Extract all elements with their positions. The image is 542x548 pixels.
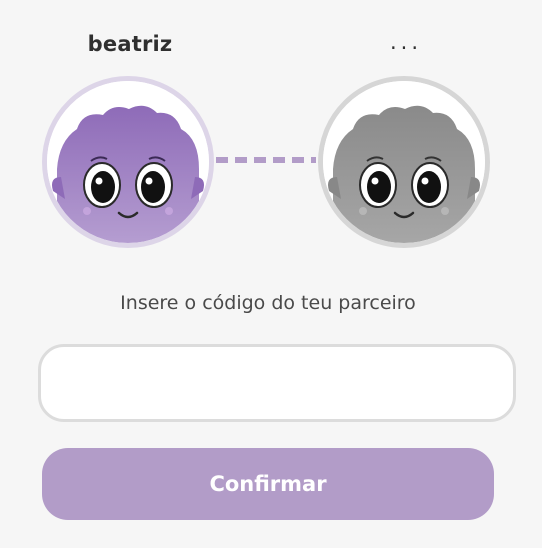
partner-code-prompt: Insere o código do teu parceiro <box>120 292 416 314</box>
partner-pairing-screen: beatriz ... Insere o código do teu parce… <box>0 0 542 548</box>
purple-monster-icon <box>47 81 209 243</box>
user-name: beatriz <box>87 32 173 56</box>
confirm-button[interactable]: Confirmar <box>42 448 494 520</box>
partner-avatar <box>318 76 490 248</box>
partner-code-input[interactable] <box>38 344 516 422</box>
user-avatar <box>42 76 214 248</box>
partner-name-placeholder: ... <box>389 30 423 54</box>
grey-monster-icon <box>323 81 485 243</box>
connection-dashed-line <box>216 157 316 163</box>
